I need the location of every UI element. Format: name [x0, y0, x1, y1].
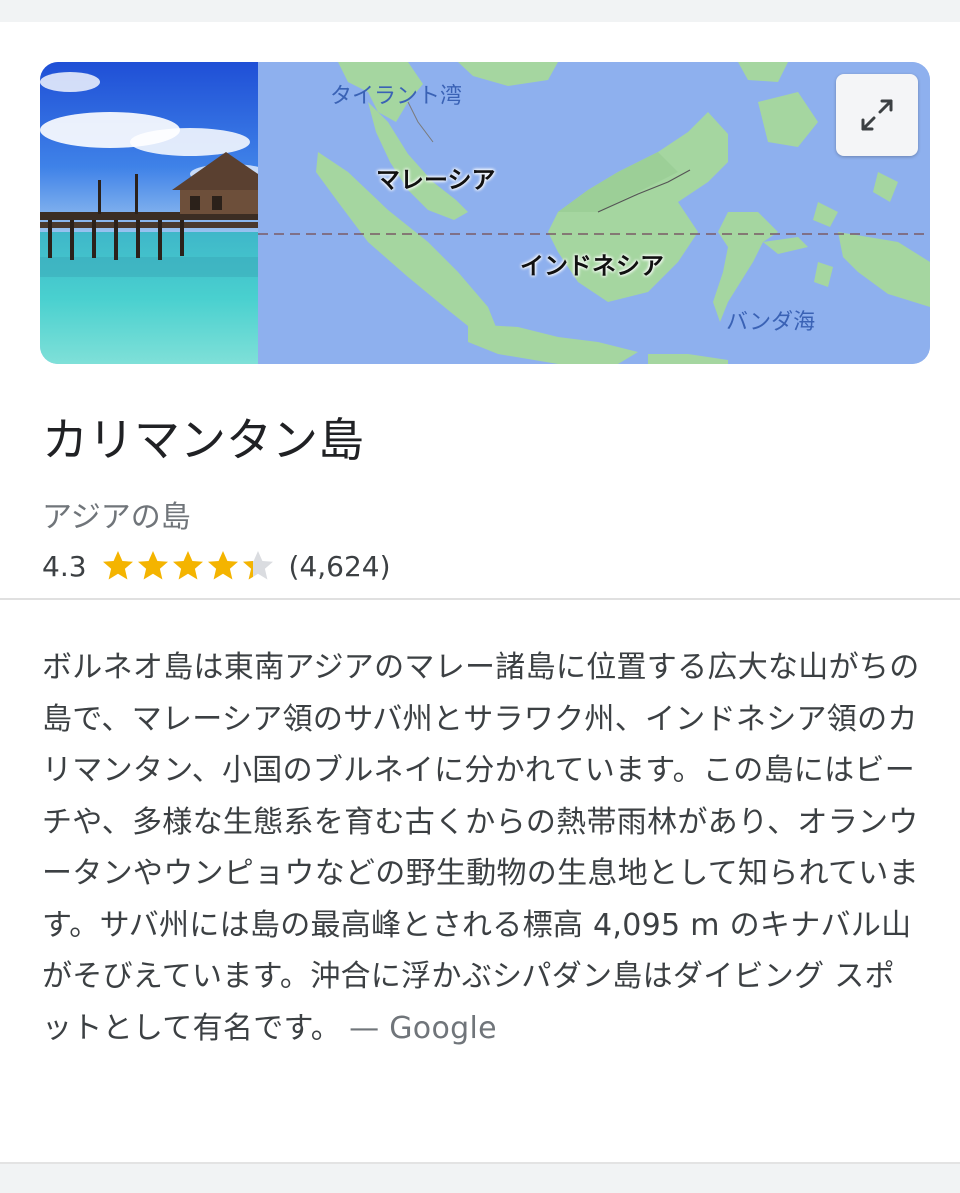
description-source-link[interactable]: — Google: [349, 1011, 497, 1046]
map-label-gulf: タイラント湾: [330, 84, 463, 109]
map-label-malaysia: マレーシア: [376, 166, 496, 194]
rating-row[interactable]: 4.3 (4,624): [42, 544, 391, 588]
review-count-link[interactable]: (4,624): [289, 550, 391, 583]
rating-stars: [101, 549, 279, 583]
place-subtitle: アジアの島: [42, 500, 191, 535]
expand-map-button[interactable]: [836, 74, 918, 156]
description: ボルネオ島は東南アジアのマレー諸島に位置する広大な山がちの島で、マレーシア領のサ…: [42, 642, 922, 1054]
description-text: ボルネオ島は東南アジアのマレー諸島に位置する広大な山がちの島で、マレーシア領のサ…: [42, 650, 920, 1046]
place-title: カリマンタン島: [42, 413, 364, 467]
map-label-indonesia: インドネシア: [520, 252, 664, 280]
star-rating-icon: [102, 551, 273, 580]
bottom-strip: [0, 1162, 960, 1193]
top-strip: [0, 0, 960, 22]
knowledge-panel: タイラント湾 マレーシア インドネシア バンダ海 カリマンタン島 アジアの島 4…: [0, 22, 960, 1162]
island-photo[interactable]: [40, 62, 258, 364]
section-divider: [0, 598, 960, 600]
rating-value: 4.3: [42, 549, 87, 583]
map-label-banda-sea: バンダ海: [726, 310, 816, 335]
hero-media: タイラント湾 マレーシア インドネシア バンダ海: [40, 62, 930, 364]
expand-arrows-icon: [861, 99, 893, 131]
